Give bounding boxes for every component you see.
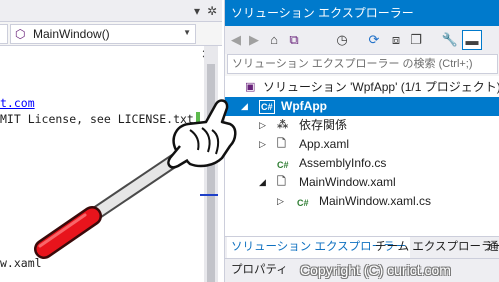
expander-icon[interactable]: ▷ bbox=[259, 118, 266, 132]
tree-row-label: AssemblyInfo.cs bbox=[299, 156, 387, 170]
expander-icon[interactable]: ▷ bbox=[277, 194, 284, 208]
tree-row-assemblyinfo[interactable]: C# AssemblyInfo.cs bbox=[225, 154, 499, 173]
tree-row-label: WpfApp bbox=[281, 99, 327, 113]
scrollbar-thumb[interactable] bbox=[207, 64, 215, 282]
home-icon[interactable]: ⌂ bbox=[265, 30, 283, 50]
copy-icon[interactable]: ❐ bbox=[407, 30, 425, 50]
dropdown-arrow-icon[interactable]: ▾ bbox=[194, 3, 200, 19]
history-icon[interactable]: ◷ bbox=[333, 30, 351, 50]
solution-explorer-title-bar: ソリューション エクスプローラー bbox=[225, 0, 499, 26]
solution-tree: ▣ ソリューション 'WpfApp' (1/1 プロジェクト) ◢ C# Wpf… bbox=[225, 76, 499, 236]
code-line: w.xaml bbox=[0, 256, 42, 270]
forward-icon[interactable]: ▶ bbox=[245, 30, 263, 50]
member-dropdown[interactable]: ⬡ MainWindow() ▼ bbox=[10, 24, 196, 44]
tree-row-mainwindow-xaml-cs[interactable]: ▷ C# MainWindow.xaml.cs bbox=[225, 192, 499, 211]
gear-icon[interactable]: ✲ bbox=[207, 3, 217, 19]
expander-icon[interactable]: ▷ bbox=[259, 137, 266, 151]
chevron-down-icon: ▼ bbox=[183, 28, 191, 37]
back-icon[interactable]: ◀ bbox=[227, 30, 245, 50]
tree-row-solution[interactable]: ▣ ソリューション 'WpfApp' (1/1 プロジェクト) bbox=[225, 78, 499, 97]
tree-row-project[interactable]: ◢ C# WpfApp bbox=[225, 97, 499, 116]
change-marker bbox=[196, 112, 200, 128]
solution-explorer: ソリューション エクスプローラー ◀ ▶ ⌂ ⧉ ◷ ⟳ ⧈ ❐ 🔧 ▬ ソリュ… bbox=[224, 0, 499, 282]
xaml-file-icon: 🗋 bbox=[277, 138, 286, 150]
csharp-project-icon: C# bbox=[259, 100, 275, 114]
member-dropdown-value: MainWindow() bbox=[33, 27, 110, 41]
code-line: t.com bbox=[0, 96, 35, 110]
editor-toolbar: ▾ ✲ bbox=[0, 0, 222, 22]
code-line: MIT License, see LICENSE.txt bbox=[0, 112, 194, 126]
tree-row-app-xaml[interactable]: ▷ 🗋 App.xaml bbox=[225, 135, 499, 154]
vs-switch-icon[interactable]: ⧉ bbox=[285, 30, 303, 50]
dependencies-icon: ⁂ bbox=[277, 119, 289, 131]
properties-label: プロパティ bbox=[231, 264, 288, 276]
solution-icon: ▣ bbox=[245, 81, 256, 93]
properties-icon[interactable]: 🔧 bbox=[441, 30, 459, 50]
code-editor: ▾ ✲ ⬡ MainWindow() ▼ ⇕ t.com MIT License… bbox=[0, 0, 222, 282]
scroll-position-marker bbox=[200, 194, 218, 196]
tree-row-label: 依存関係 bbox=[299, 118, 348, 132]
expander-icon[interactable]: ◢ bbox=[259, 175, 266, 189]
refresh-icon[interactable]: ⟳ bbox=[365, 30, 383, 50]
xaml-file-icon: 🗋 bbox=[277, 176, 286, 188]
solution-explorer-toolbar: ◀ ▶ ⌂ ⧉ ◷ ⟳ ⧈ ❐ 🔧 ▬ bbox=[225, 26, 499, 54]
pin-icon[interactable]: ▬ bbox=[462, 30, 482, 50]
explorer-tab-strip: ソリューション エクスプローラー チーム エクスプローラー 通 bbox=[225, 236, 499, 258]
panel-title: ソリューション エクスプローラー bbox=[231, 6, 414, 20]
tree-row-label: MainWindow.xaml bbox=[299, 175, 396, 189]
tree-row-label: MainWindow.xaml.cs bbox=[319, 194, 432, 208]
csharp-file-icon: C# bbox=[277, 160, 289, 170]
tree-row-label: App.xaml bbox=[299, 137, 350, 151]
tree-row-mainwindow-xaml[interactable]: ◢ 🗋 MainWindow.xaml bbox=[225, 173, 499, 192]
navigation-bar: ⬡ MainWindow() ▼ ⇕ bbox=[0, 22, 222, 62]
code-area[interactable]: t.com MIT License, see LICENSE.txt w.xam… bbox=[0, 46, 204, 282]
vertical-scrollbar[interactable] bbox=[204, 46, 218, 282]
tree-row-label: ソリューション 'WpfApp' (1/1 プロジェクト) bbox=[263, 80, 499, 94]
cube-icon: ⬡ bbox=[15, 27, 26, 41]
tree-row-dependencies[interactable]: ▷ ⁂ 依存関係 bbox=[225, 116, 499, 135]
collapse-all-icon[interactable]: ⧈ bbox=[387, 30, 405, 50]
csharp-file-icon: C# bbox=[297, 198, 309, 208]
tab-overflow[interactable]: 通 bbox=[483, 237, 499, 258]
type-dropdown[interactable] bbox=[0, 24, 8, 44]
search-placeholder: ソリューション エクスプローラー の検索 (Ctrl+;) bbox=[232, 58, 473, 70]
expander-icon[interactable]: ◢ bbox=[241, 99, 248, 113]
solution-explorer-search-input[interactable]: ソリューション エクスプローラー の検索 (Ctrl+;) bbox=[227, 54, 498, 74]
tab-team-explorer[interactable]: チーム エクスプローラー bbox=[371, 237, 499, 258]
watermark: Copyright (C) curict.com bbox=[300, 262, 451, 278]
